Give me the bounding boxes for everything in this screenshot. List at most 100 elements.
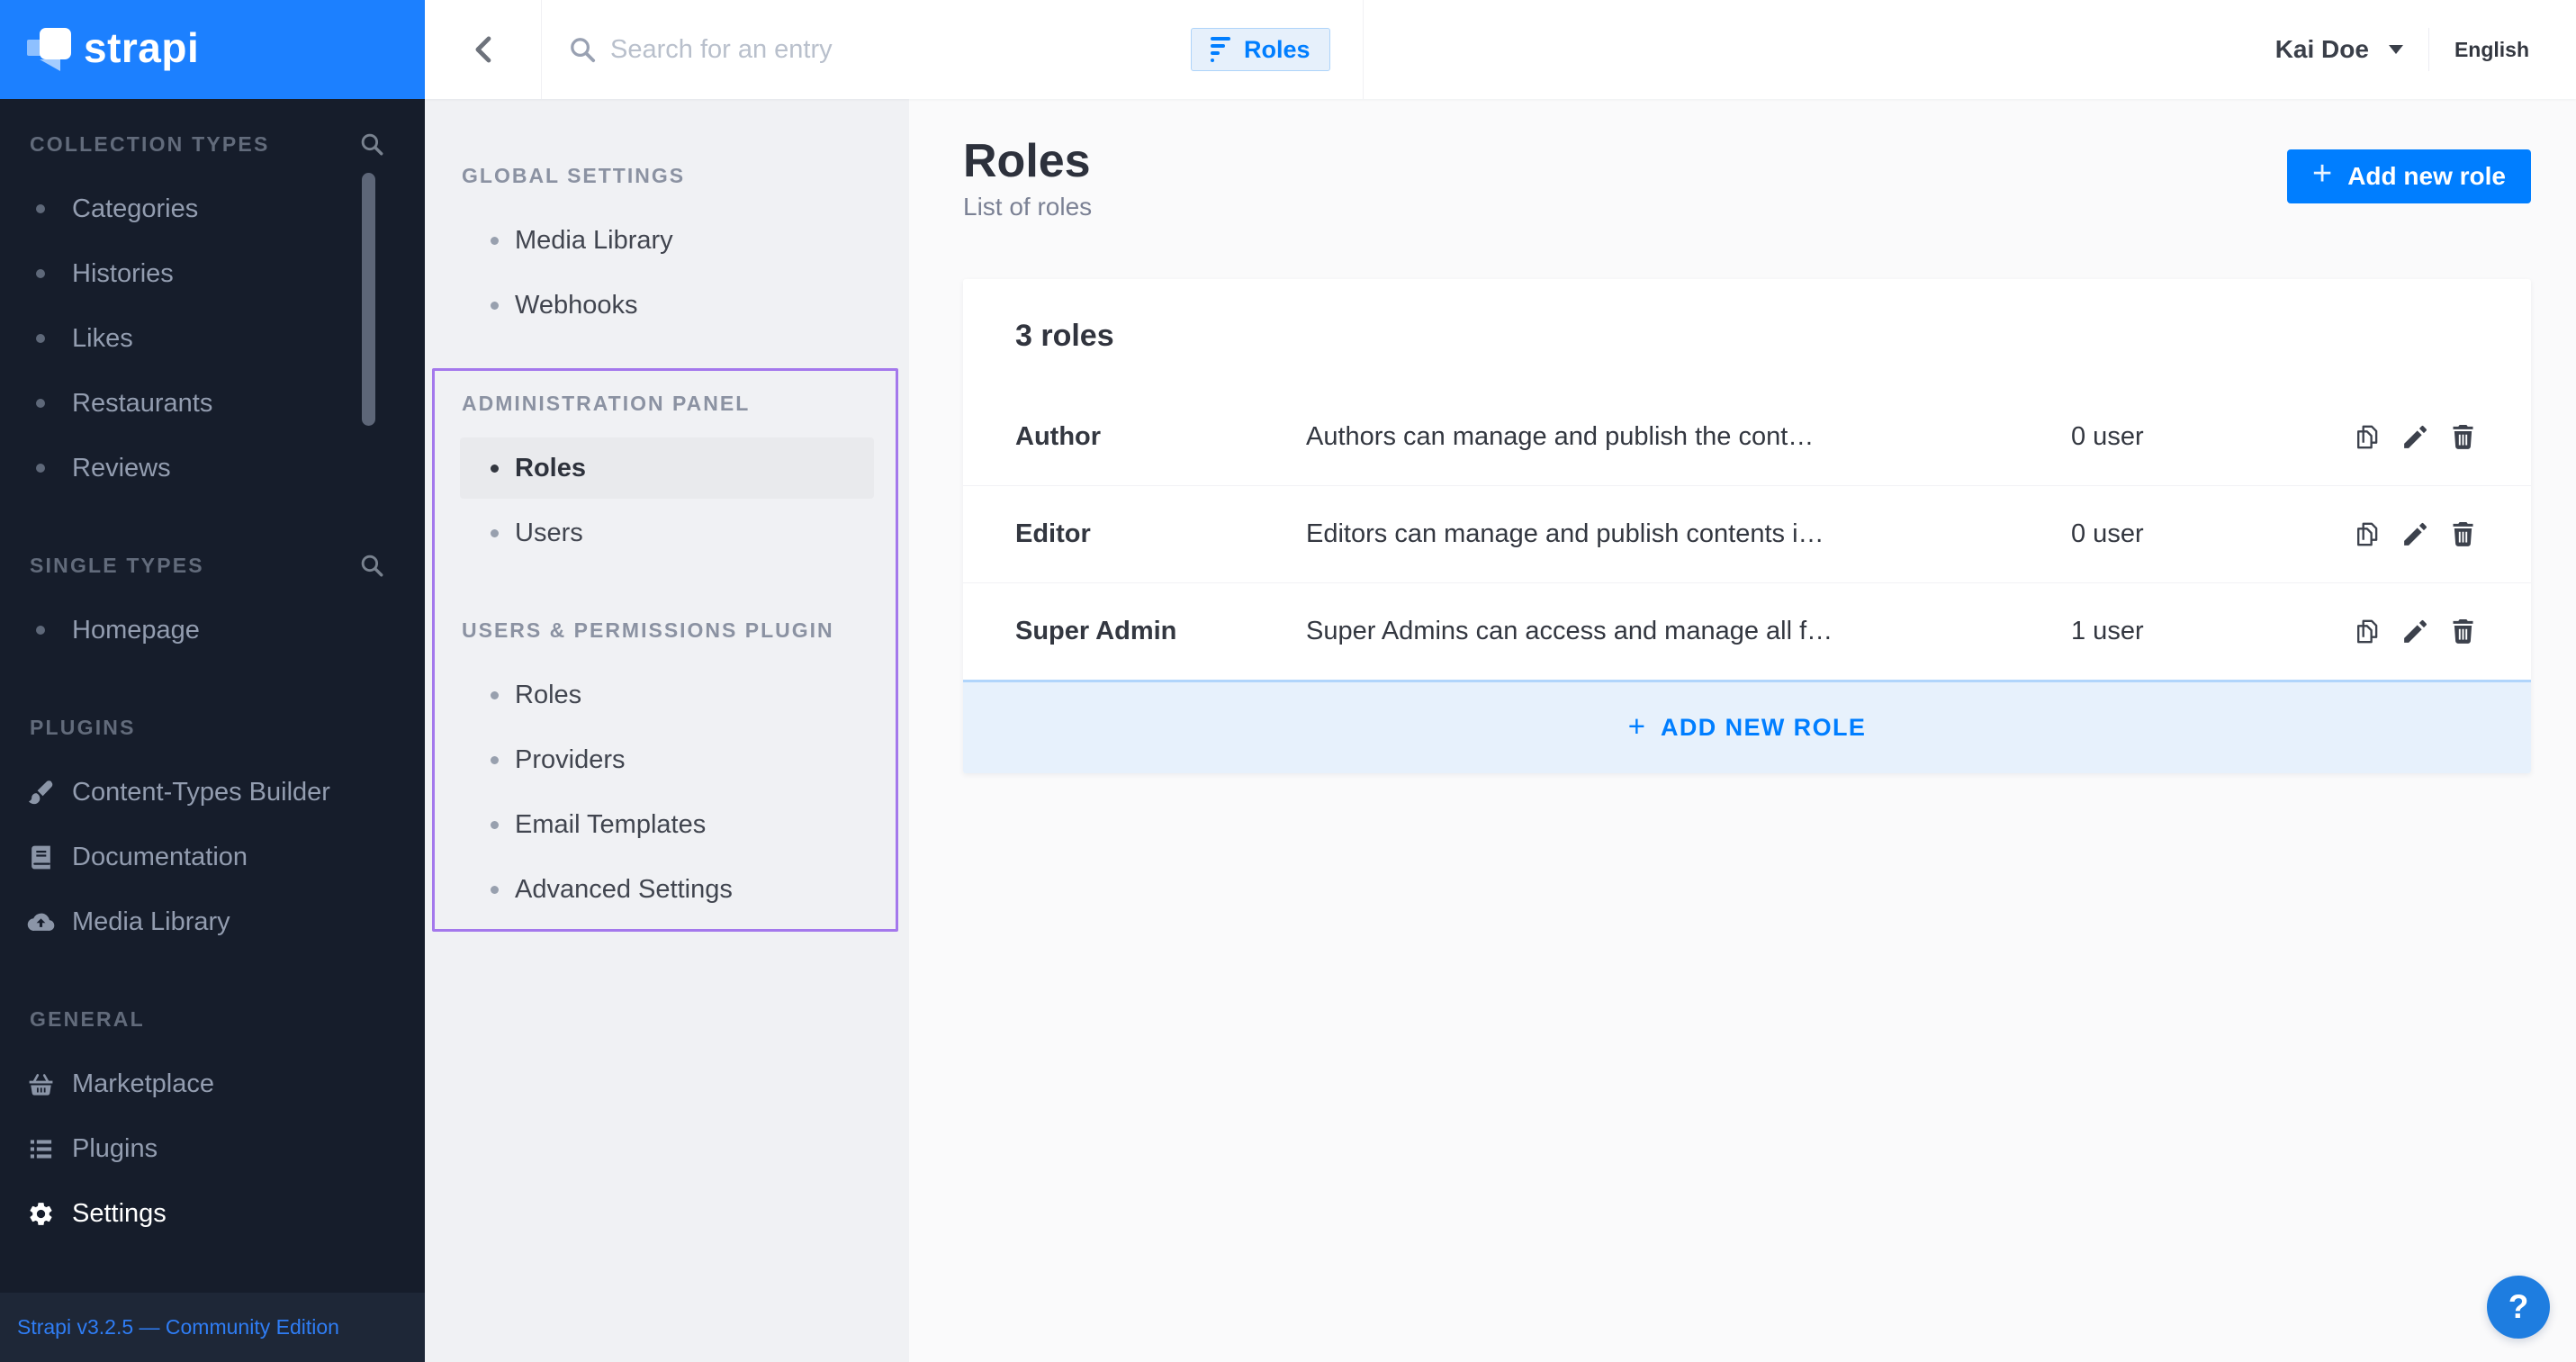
bullet-dot [25,453,56,483]
page-title: Roles [963,135,1091,187]
strapi-logo-icon [27,27,72,72]
sidebar-item-plugins[interactable]: Plugins [0,1116,425,1181]
role-name: Author [1015,422,1306,452]
sidebar-item-marketplace[interactable]: Marketplace [0,1051,425,1116]
role-user-count: 1 user [2071,617,2349,646]
bullet-dot [491,302,499,310]
version-label: Strapi v3.2.5 — Community Edition [17,1315,339,1339]
add-new-role-footer-button[interactable]: + ADD NEW ROLE [963,680,2531,773]
settings-item-users[interactable]: Users [435,501,896,565]
bullet-dot [25,388,56,419]
filter-chip-label: Roles [1244,36,1311,64]
settings-item-roles-plugin[interactable]: Roles [435,663,896,727]
help-button[interactable]: ? [2487,1276,2550,1339]
main-sidebar: strapi COLLECTION TYPES Categories Histo… [0,0,425,1362]
strapi-admin-app: strapi COLLECTION TYPES Categories Histo… [0,0,2576,1362]
filter-icon [1211,37,1230,62]
top-header: Roles Kai Doe English [425,0,2576,99]
settings-item-media-library[interactable]: Media Library [425,208,909,273]
section-header-label: SINGLE TYPES [30,554,204,578]
row-actions [2349,517,2481,553]
role-description: Authors can manage and publish the cont… [1306,422,2071,452]
roles-count: 3 roles [963,279,2531,388]
settings-item-webhooks[interactable]: Webhooks [425,273,909,338]
basket-icon [25,1069,56,1099]
question-icon: ? [2508,1288,2529,1325]
table-row-editor[interactable]: Editor Editors can manage and publish co… [963,485,2531,582]
section-header-label: GENERAL [30,1007,145,1032]
add-new-role-button[interactable]: + Add new role [2287,149,2531,203]
sidebar-item-documentation[interactable]: Documentation [0,825,425,889]
settings-item-providers[interactable]: Providers [435,727,896,792]
list-icon [25,1133,56,1164]
language-selector[interactable]: English [2454,38,2529,62]
bullet-dot [491,529,499,537]
gear-icon [25,1198,56,1229]
role-user-count: 0 user [2071,519,2349,549]
sidebar-item-reviews[interactable]: Reviews [0,436,425,501]
settings-group-administration-panel: ADMINISTRATION PANEL [435,371,896,436]
bullet-dot [491,821,499,829]
add-new-role-label: Add new role [2347,162,2506,191]
edit-pencil-icon[interactable] [2397,419,2433,455]
section-header-plugins: PLUGINS [0,695,425,760]
section-header-label: COLLECTION TYPES [30,132,270,157]
chevron-left-icon [469,31,500,68]
duplicate-icon[interactable] [2349,419,2385,455]
duplicate-icon[interactable] [2349,614,2385,650]
book-icon [25,842,56,872]
strapi-logo[interactable]: strapi [0,0,425,99]
bullet-dot [491,886,499,894]
sidebar-item-homepage[interactable]: Homepage [0,598,425,663]
header-divider [2428,28,2429,71]
sidebar-item-content-types-builder[interactable]: Content-Types Builder [0,760,425,825]
bullet-dot [25,194,56,224]
bullet-dot [491,691,499,699]
duplicate-icon[interactable] [2349,517,2385,553]
edit-pencil-icon[interactable] [2397,517,2433,553]
delete-trash-icon[interactable] [2445,614,2481,650]
highlight-box: ADMINISTRATION PANEL Roles Users USERS &… [432,368,898,932]
search-icon [567,34,598,65]
row-actions [2349,419,2481,455]
plus-icon: + [1628,709,1645,744]
table-row-super-admin[interactable]: Super Admin Super Admins can access and … [963,582,2531,680]
settings-group-global-settings: GLOBAL SETTINGS [425,143,909,208]
bullet-dot [491,465,499,473]
role-description: Super Admins can access and manage all f… [1306,617,2071,646]
delete-trash-icon[interactable] [2445,419,2481,455]
delete-trash-icon[interactable] [2445,517,2481,553]
sidebar-scrollbar[interactable] [362,173,375,426]
section-header-single-types: SINGLE TYPES [0,533,425,598]
back-button[interactable] [443,0,526,99]
main-content: Roles List of roles + Add new role 3 rol… [909,99,2576,1362]
table-row-author[interactable]: Author Authors can manage and publish th… [963,388,2531,485]
header-divider [1363,0,1364,99]
cloud-upload-icon [25,906,56,937]
role-user-count: 0 user [2071,422,2349,452]
header-divider [541,0,542,99]
bullet-dot [25,323,56,354]
brush-icon [25,777,56,807]
search-input[interactable] [610,0,1141,99]
settings-item-email-templates[interactable]: Email Templates [435,792,896,857]
strapi-logo-text: strapi [84,23,199,72]
section-header-general: GENERAL [0,987,425,1051]
role-name: Super Admin [1015,617,1306,646]
search-icon[interactable] [358,552,385,579]
sidebar-item-settings[interactable]: Settings [0,1181,425,1246]
bullet-dot [25,258,56,289]
sidebar-item-media-library[interactable]: Media Library [0,889,425,954]
bullet-dot [491,237,499,245]
user-menu[interactable]: Kai Doe [2275,35,2369,64]
version-link[interactable]: Strapi v3.2.5 — Community Edition [0,1293,425,1362]
settings-item-advanced-settings[interactable]: Advanced Settings [435,857,896,922]
caret-down-icon[interactable] [2389,45,2403,54]
section-header-collection-types: COLLECTION TYPES [0,112,425,176]
search-icon[interactable] [358,131,385,158]
bullet-dot [25,615,56,645]
filter-chip-roles[interactable]: Roles [1191,28,1330,71]
page-subtitle: List of roles [963,193,1092,221]
edit-pencil-icon[interactable] [2397,614,2433,650]
settings-item-roles-admin[interactable]: Roles [435,436,896,501]
